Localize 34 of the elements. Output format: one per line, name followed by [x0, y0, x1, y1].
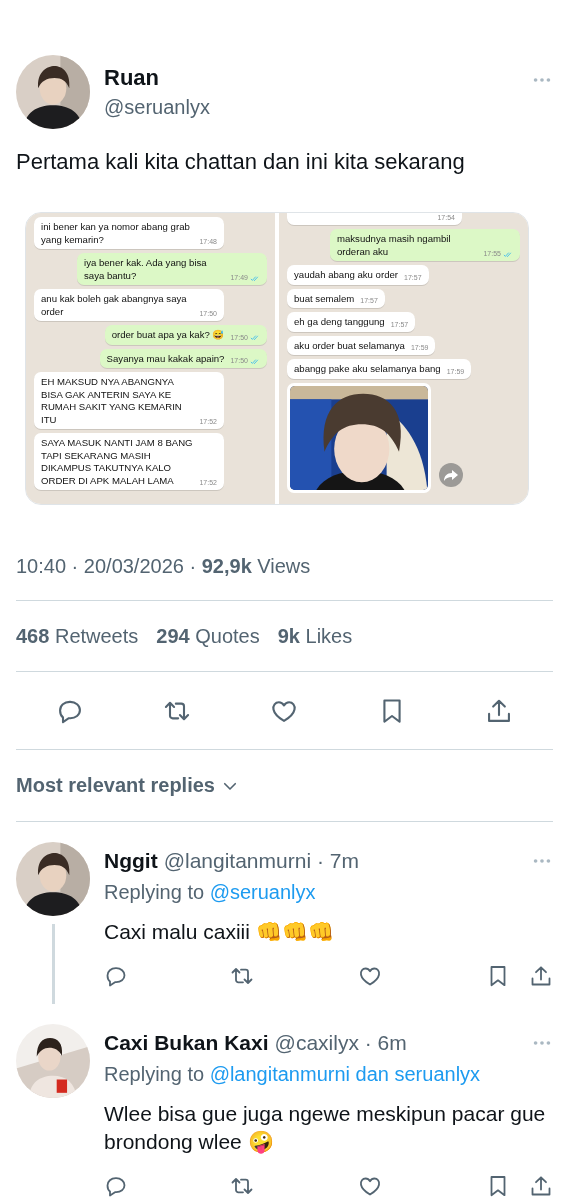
stat-link[interactable]: 9k Likes — [277, 624, 353, 648]
reply-icon[interactable] — [104, 964, 128, 988]
reply-context: Replying to @langitanmurni dan seruanlyx — [104, 1062, 482, 1086]
message-text: eh ga deng tanggung — [294, 316, 385, 329]
tweet-text: Pertama kali kita chattan dan ini kita sekarang — [16, 148, 466, 176]
user-name[interactable]: Nggit — [104, 849, 158, 873]
message-text: iya bener kak. Ada yang bisa saya bantu? — [84, 257, 208, 282]
reply-text: Wlee bisa gue juga ngewe meskipun pacar gue brondong wlee 🤪 — [104, 1101, 547, 1156]
message-text: yaudah abang aku order — [294, 269, 398, 282]
reply-text: Caxi malu caxiii 👊👊👊 — [104, 919, 335, 945]
message-text: SAYA MASUK NANTI JAM 8 BANG TAPI SEKARANG MASIH DIKAMPUS TAKUTNYA KALO ORDER DI APK MALAH LAMA — [41, 437, 194, 487]
message-text: abangg pake aku selamanya bang — [294, 363, 441, 376]
message-text: EH MAKSUD NYA ABANGNYA BISA GAK ANTERIN SAYA KE RUMAH SAKIT YANG KEMARIN ITU — [41, 376, 183, 426]
message-text: buat semalem — [294, 292, 355, 305]
message-text: aku order buat selamanya — [294, 339, 405, 352]
message-text: maksudnya masih ngambil orderan aku — [337, 233, 452, 258]
user-name[interactable]: Caxi Bukan Kaxi — [104, 1031, 269, 1055]
user-handle: @seruanlyx — [104, 95, 210, 119]
sort-dropdown[interactable]: Most relevant replies — [16, 774, 239, 797]
message-text: anu kak boleh gak abangnya saya order — [41, 293, 188, 318]
user-handle: @langitanmurni · 7m — [163, 849, 359, 873]
stat-link[interactable]: 294 Quotes — [156, 624, 260, 648]
reply-context: Replying to @seruanlyx — [104, 880, 317, 904]
user-handle: @caxilyx · 6m — [274, 1031, 407, 1055]
reply-icon[interactable] — [104, 1174, 128, 1198]
message-text: ini bener kan ya nomor abang grab yang kemarin? — [41, 221, 191, 246]
share-icon[interactable] — [529, 1174, 553, 1198]
stat-link[interactable]: 468 Retweets — [16, 624, 139, 648]
message-text: Sayanya mau kakak apain? — [106, 352, 225, 365]
user-name[interactable]: Ruan — [104, 65, 159, 91]
tweet-timestamp: 10:40 · 20/03/2026 · 92,9k Views — [16, 554, 312, 579]
share-icon[interactable] — [529, 964, 553, 988]
forward-icon[interactable] — [439, 462, 463, 487]
message-text: order buat apa ya kak? 😅 — [111, 329, 225, 342]
